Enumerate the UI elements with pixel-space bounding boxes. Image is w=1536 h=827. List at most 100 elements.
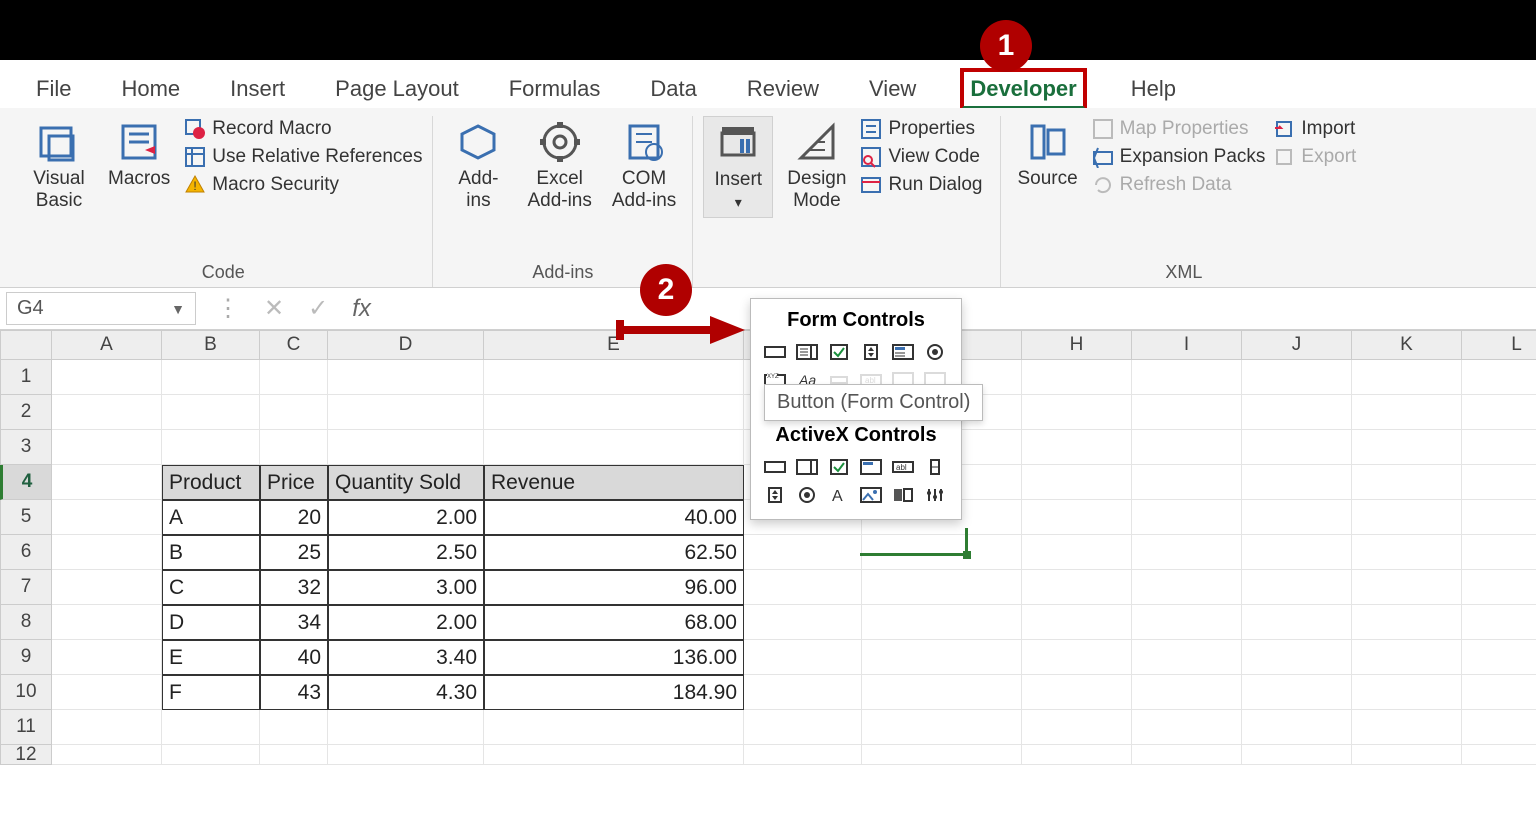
cell[interactable] bbox=[1132, 570, 1242, 605]
row-header-8[interactable]: 8 bbox=[0, 605, 52, 640]
tab-view[interactable]: View bbox=[863, 72, 922, 106]
table-cell[interactable]: D bbox=[162, 605, 260, 640]
select-all-corner[interactable] bbox=[0, 330, 52, 360]
table-cell[interactable]: 34 bbox=[260, 605, 328, 640]
cell[interactable] bbox=[862, 535, 1022, 570]
cell[interactable] bbox=[1462, 605, 1536, 640]
cell[interactable] bbox=[1022, 675, 1132, 710]
cell[interactable] bbox=[52, 605, 162, 640]
cell[interactable] bbox=[1022, 535, 1132, 570]
cell[interactable] bbox=[1352, 710, 1462, 745]
cell[interactable] bbox=[52, 465, 162, 500]
table-cell[interactable]: 2.00 bbox=[328, 605, 484, 640]
cell[interactable] bbox=[162, 745, 260, 765]
cell[interactable] bbox=[1242, 535, 1352, 570]
table-header-product[interactable]: Product bbox=[162, 465, 260, 500]
ax-option-icon[interactable] bbox=[793, 483, 821, 507]
cell[interactable] bbox=[1242, 710, 1352, 745]
cell[interactable] bbox=[1352, 395, 1462, 430]
cell[interactable] bbox=[52, 570, 162, 605]
visual-basic-button[interactable]: VisualBasic bbox=[24, 116, 94, 216]
table-cell[interactable]: B bbox=[162, 535, 260, 570]
row-header-5[interactable]: 5 bbox=[0, 500, 52, 535]
cell[interactable] bbox=[484, 360, 744, 395]
name-box-dropdown-icon[interactable]: ▼ bbox=[171, 301, 185, 317]
cell[interactable] bbox=[1462, 535, 1536, 570]
cell[interactable] bbox=[260, 395, 328, 430]
cell[interactable] bbox=[1242, 430, 1352, 465]
cell[interactable] bbox=[1462, 500, 1536, 535]
cell[interactable] bbox=[1242, 360, 1352, 395]
table-cell[interactable]: 136.00 bbox=[484, 640, 744, 675]
cell[interactable] bbox=[862, 710, 1022, 745]
cell[interactable] bbox=[52, 430, 162, 465]
col-header-J[interactable]: J bbox=[1242, 330, 1352, 360]
name-box[interactable]: G4 ▼ bbox=[6, 292, 196, 325]
addins-button[interactable]: Add-ins bbox=[443, 116, 513, 216]
row-header-4[interactable]: 4 bbox=[0, 465, 52, 500]
cell[interactable] bbox=[162, 710, 260, 745]
selection-handle[interactable] bbox=[963, 551, 971, 559]
cell[interactable] bbox=[52, 640, 162, 675]
cell[interactable] bbox=[1022, 640, 1132, 675]
record-macro-button[interactable]: Record Macro bbox=[184, 118, 422, 140]
ax-textbox-icon[interactable]: abl bbox=[889, 455, 917, 479]
cell[interactable] bbox=[328, 395, 484, 430]
cell[interactable] bbox=[1462, 640, 1536, 675]
cell[interactable] bbox=[1022, 605, 1132, 640]
cell[interactable] bbox=[328, 710, 484, 745]
cell[interactable] bbox=[484, 745, 744, 765]
cell[interactable] bbox=[52, 745, 162, 765]
cell[interactable] bbox=[1352, 605, 1462, 640]
tab-insert[interactable]: Insert bbox=[224, 72, 291, 106]
table-cell[interactable]: 40 bbox=[260, 640, 328, 675]
cell[interactable] bbox=[862, 640, 1022, 675]
cell[interactable] bbox=[162, 430, 260, 465]
row-header-9[interactable]: 9 bbox=[0, 640, 52, 675]
cell[interactable] bbox=[1242, 395, 1352, 430]
cell[interactable] bbox=[1132, 430, 1242, 465]
tab-developer[interactable]: Developer bbox=[960, 68, 1086, 110]
col-header-C[interactable]: C bbox=[260, 330, 328, 360]
cell[interactable] bbox=[862, 675, 1022, 710]
cell[interactable] bbox=[1132, 535, 1242, 570]
cell[interactable] bbox=[328, 430, 484, 465]
properties-button[interactable]: Properties bbox=[860, 118, 982, 140]
ax-more-icon[interactable] bbox=[921, 483, 949, 507]
cell[interactable] bbox=[1242, 465, 1352, 500]
accept-formula-icon[interactable]: ✓ bbox=[308, 294, 328, 323]
cell[interactable] bbox=[1132, 675, 1242, 710]
row-header-7[interactable]: 7 bbox=[0, 570, 52, 605]
table-cell[interactable]: A bbox=[162, 500, 260, 535]
cell[interactable] bbox=[1132, 745, 1242, 765]
col-header-B[interactable]: B bbox=[162, 330, 260, 360]
table-header-qty[interactable]: Quantity Sold bbox=[328, 465, 484, 500]
cell[interactable] bbox=[1352, 745, 1462, 765]
table-cell[interactable]: C bbox=[162, 570, 260, 605]
cell[interactable] bbox=[260, 360, 328, 395]
cell[interactable] bbox=[52, 710, 162, 745]
cell[interactable] bbox=[1022, 430, 1132, 465]
table-cell[interactable]: 3.40 bbox=[328, 640, 484, 675]
cell[interactable] bbox=[1132, 500, 1242, 535]
cell[interactable] bbox=[1022, 745, 1132, 765]
cell[interactable] bbox=[1022, 395, 1132, 430]
table-cell[interactable]: 3.00 bbox=[328, 570, 484, 605]
ax-image-icon[interactable] bbox=[857, 483, 885, 507]
cell[interactable] bbox=[1132, 640, 1242, 675]
cell[interactable] bbox=[1022, 465, 1132, 500]
cell[interactable] bbox=[1462, 465, 1536, 500]
cell[interactable] bbox=[1132, 710, 1242, 745]
import-button[interactable]: Import bbox=[1273, 118, 1356, 140]
macros-button[interactable]: Macros bbox=[102, 116, 176, 194]
col-header-H[interactable]: H bbox=[1022, 330, 1132, 360]
cell[interactable] bbox=[1352, 535, 1462, 570]
cell[interactable] bbox=[1132, 360, 1242, 395]
table-cell[interactable]: 4.30 bbox=[328, 675, 484, 710]
cell[interactable] bbox=[52, 500, 162, 535]
cell[interactable] bbox=[1352, 465, 1462, 500]
table-cell[interactable]: 62.50 bbox=[484, 535, 744, 570]
table-header-revenue[interactable]: Revenue bbox=[484, 465, 744, 500]
table-cell[interactable]: 96.00 bbox=[484, 570, 744, 605]
cell[interactable] bbox=[1462, 430, 1536, 465]
